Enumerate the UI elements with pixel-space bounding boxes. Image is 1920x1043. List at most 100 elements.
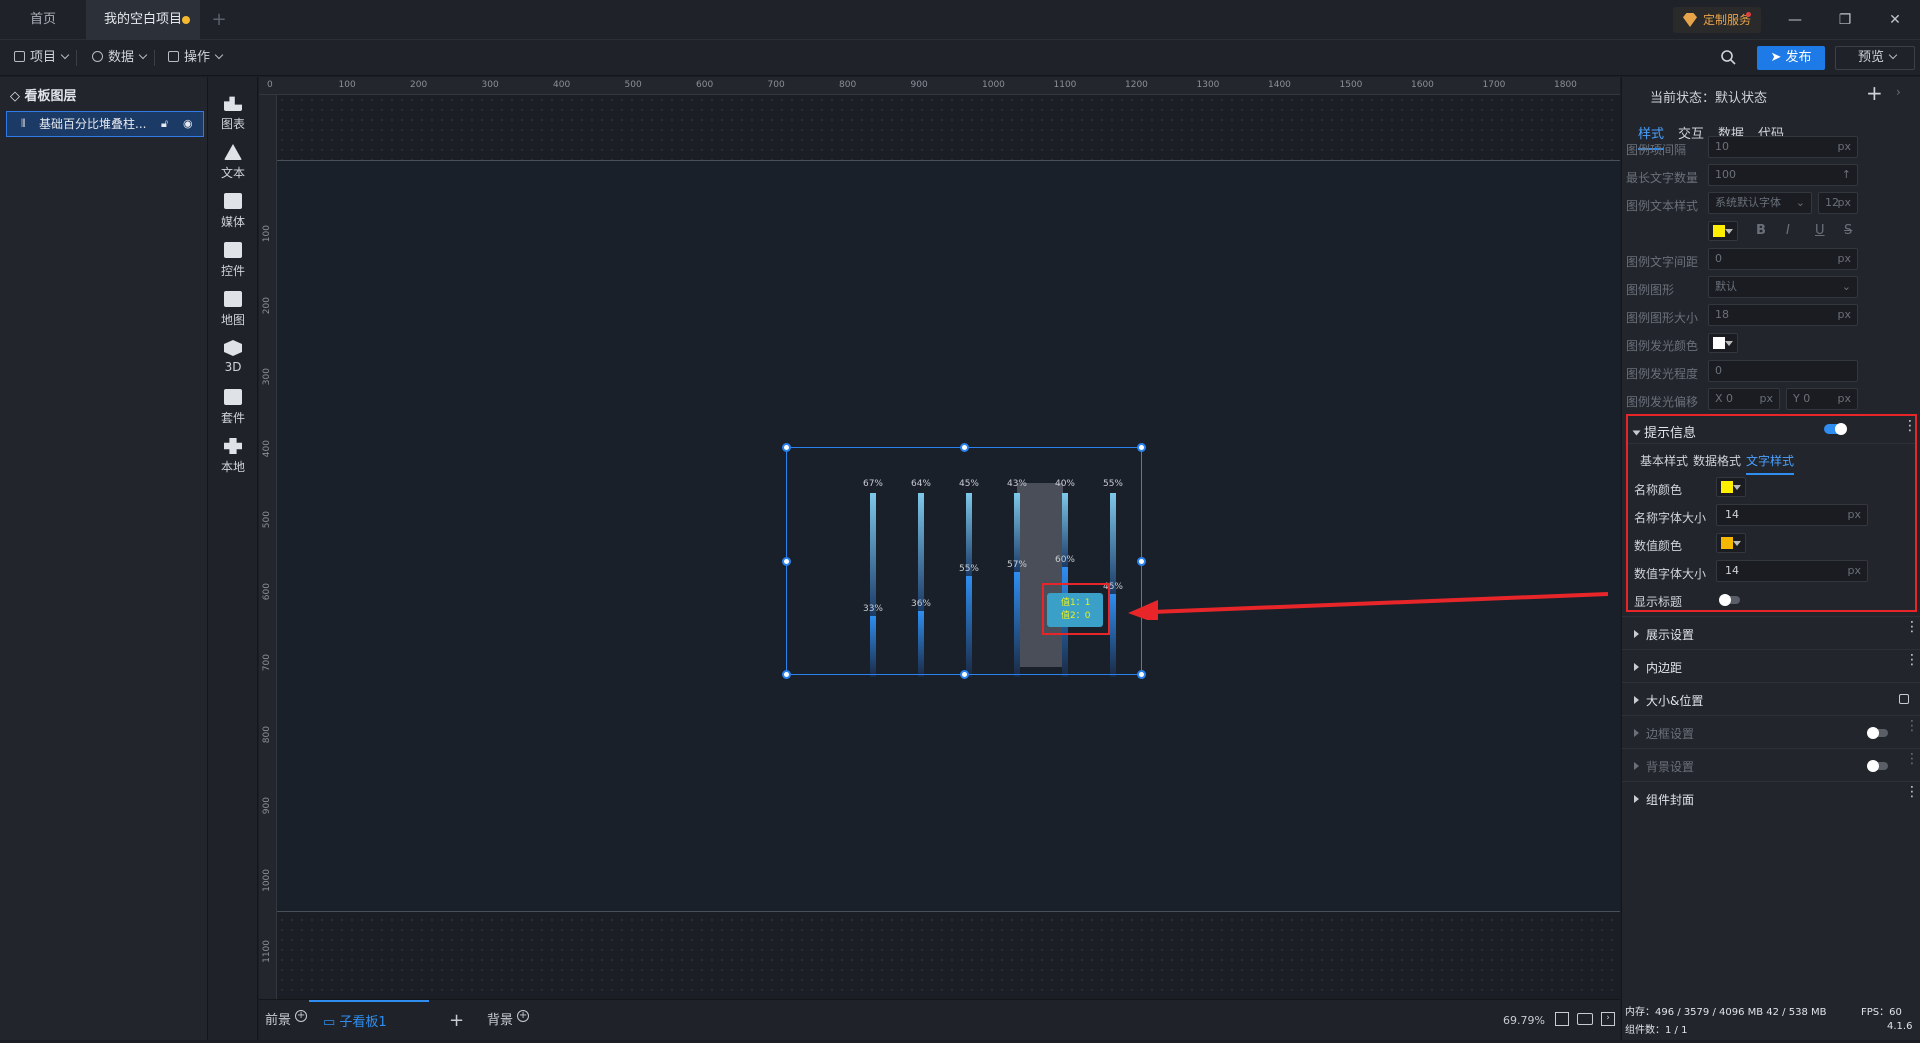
fit-screen-icon[interactable] — [1555, 1012, 1569, 1026]
publish-button[interactable]: ➤ 发布 — [1757, 46, 1825, 70]
border-toggle[interactable] — [1867, 727, 1888, 739]
current-state: 当前状态：默认状态 — [1650, 91, 1768, 106]
value-color-picker[interactable] — [1716, 533, 1746, 553]
controls-icon — [224, 242, 242, 258]
tool-local[interactable]: 本地 — [208, 428, 258, 486]
section-size-position[interactable]: 大小&位置 — [1622, 682, 1920, 715]
tooltip-toggle[interactable] — [1824, 423, 1847, 435]
add-circle-icon[interactable]: + — [295, 1010, 308, 1022]
subtab-data-format[interactable]: 数据格式 — [1693, 452, 1741, 469]
menu-operations[interactable]: 操作 — [168, 40, 224, 76]
restore-icon[interactable]: ❐ — [1820, 0, 1870, 40]
max-text-input[interactable]: 100 ↑ — [1708, 164, 1858, 186]
close-icon[interactable]: ✕ — [1870, 0, 1920, 40]
letter-spacing-input[interactable]: 0 px — [1708, 248, 1858, 270]
add-state-icon[interactable]: + — [1866, 81, 1883, 105]
color-swatch — [1713, 225, 1725, 237]
menu-data-label: 数据 — [108, 50, 135, 65]
send-icon: ➤ — [1770, 50, 1786, 65]
tab-foreground[interactable]: 前景 + — [265, 1000, 308, 1041]
bold-icon[interactable]: B — [1756, 223, 1766, 238]
tab-sub-board[interactable]: ▭ 子看板1 — [309, 1000, 429, 1041]
legend-shape-select[interactable]: 默认 ⌄ — [1708, 276, 1858, 298]
glow-level-input[interactable]: 0 — [1708, 360, 1858, 382]
kebab-icon[interactable]: ⋮ — [1905, 785, 1919, 799]
chevron-down-icon — [138, 50, 148, 60]
kebab-icon[interactable]: ⋮ — [1905, 653, 1919, 667]
terminal-icon[interactable]: › — [1601, 1012, 1615, 1026]
puzzle-icon — [224, 438, 242, 454]
background-toggle[interactable] — [1867, 760, 1888, 772]
custom-service-button[interactable]: 定制服务 — [1673, 7, 1761, 33]
ruler-tick-label: 400 — [262, 439, 272, 457]
glow-offset-x-input[interactable]: X 0 px — [1708, 388, 1780, 410]
italic-icon[interactable]: I — [1786, 223, 1790, 238]
underline-icon[interactable]: U — [1815, 223, 1825, 238]
menu-operations-label: 操作 — [184, 50, 211, 65]
name-font-size-input[interactable]: 14 px — [1716, 504, 1868, 526]
resize-handle[interactable] — [960, 670, 969, 679]
status-bar: 内存：496 / 3579 / 4096 MB 42 / 538 MB FPS：… — [1621, 1001, 1920, 1040]
value-font-size-input[interactable]: 14 px — [1716, 560, 1868, 582]
subtab-basic-style[interactable]: 基本样式 — [1640, 452, 1688, 469]
legend-gap-input[interactable]: 10 px — [1708, 136, 1858, 158]
font-size-input[interactable]: 12 px — [1818, 192, 1858, 214]
title-bar: 首页 我的空白项目 + 定制服务 — ❐ ✕ — [0, 0, 1920, 40]
ruler-tick-label: 600 — [696, 80, 714, 90]
show-title-toggle[interactable] — [1719, 594, 1740, 606]
resize-handle[interactable] — [1137, 443, 1146, 452]
legend-shape-size-input[interactable]: 18 px — [1708, 304, 1858, 326]
kebab-icon[interactable]: ⋮ — [1905, 719, 1919, 733]
kebab-icon[interactable]: ⋮ — [1905, 620, 1919, 634]
tooltip-section-header[interactable]: 提示信息 ⋮ — [1628, 416, 1917, 444]
field-value: 0 — [1803, 392, 1811, 405]
chart-selection[interactable] — [782, 443, 1146, 679]
field-value: 100 — [1715, 168, 1736, 181]
tool-chart-label: 图表 — [220, 117, 245, 131]
resize-handle[interactable] — [782, 443, 791, 452]
kebab-icon[interactable]: ⋮ — [1903, 419, 1917, 433]
lock-icon[interactable] — [1899, 694, 1909, 704]
strikethrough-icon[interactable]: S — [1844, 223, 1852, 238]
notification-dot-icon — [1746, 12, 1751, 17]
ruler-tick-label: 600 — [262, 582, 272, 600]
section-padding[interactable]: 内边距 ⋮ — [1622, 649, 1920, 682]
component-count: 组件数：1 / 1 — [1625, 1025, 1688, 1036]
eye-icon[interactable]: ◉ — [183, 112, 193, 136]
minimize-icon[interactable]: — — [1770, 0, 1820, 40]
menu-data[interactable]: 数据 — [92, 40, 148, 76]
layer-item[interactable]: ⫴ 基础百分比堆叠柱... 🔓︎ ◉ — [6, 111, 204, 137]
subtab-text-style[interactable]: 文字样式 — [1746, 452, 1795, 475]
add-board-icon[interactable]: + — [449, 1000, 464, 1041]
resize-handle[interactable] — [960, 443, 969, 452]
search-icon[interactable] — [1720, 49, 1736, 65]
resize-handle[interactable] — [782, 557, 791, 566]
glow-offset-y-input[interactable]: Y 0 px — [1786, 388, 1858, 410]
kebab-icon[interactable]: ⋮ — [1905, 752, 1919, 766]
section-border[interactable]: 边框设置 ⋮ — [1622, 715, 1920, 748]
section-display[interactable]: 展示设置 ⋮ — [1622, 616, 1920, 649]
preview-button[interactable]: 预览 — [1835, 46, 1915, 70]
row-label: 名称颜色 — [1634, 483, 1683, 497]
unlock-icon[interactable]: 🔓︎ — [161, 112, 168, 136]
section-background[interactable]: 背景设置 ⋮ — [1622, 748, 1920, 781]
ruler-horizontal: 0 100 200 300 400 500 600 700 800 900 1000 1100 1200… — [259, 77, 1620, 95]
resize-handle[interactable] — [1137, 670, 1146, 679]
keyboard-icon[interactable] — [1577, 1013, 1593, 1025]
tab-home[interactable]: 首页 — [0, 0, 86, 40]
add-circle-icon[interactable]: + — [517, 1010, 530, 1022]
chevron-right-icon[interactable]: › — [1896, 85, 1901, 99]
legend-color-picker[interactable] — [1708, 221, 1738, 241]
add-tab-icon[interactable]: + — [208, 0, 230, 40]
chevron-down-icon — [1888, 50, 1898, 60]
name-color-picker[interactable] — [1716, 477, 1746, 497]
glow-color-picker[interactable] — [1708, 333, 1738, 353]
resize-handle[interactable] — [1137, 557, 1146, 566]
resize-handle[interactable] — [782, 670, 791, 679]
font-select[interactable]: 系统默认字体 ⌄ — [1708, 192, 1812, 214]
zoom-level[interactable]: 69.79% — [1503, 1000, 1545, 1041]
section-cover[interactable]: 组件封面 ⋮ — [1622, 781, 1920, 814]
color-swatch — [1721, 481, 1733, 493]
menu-project[interactable]: 项目 — [14, 40, 70, 76]
tab-background[interactable]: 背景 + — [487, 1000, 530, 1041]
